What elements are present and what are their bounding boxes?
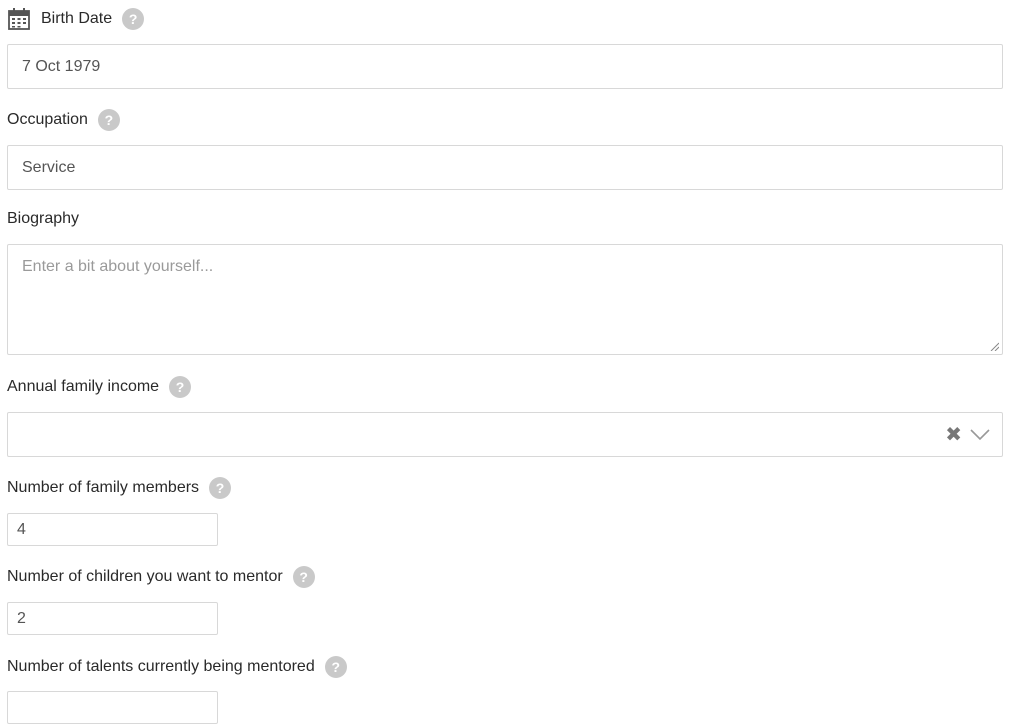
- talents-mentored-input[interactable]: [7, 691, 218, 724]
- chevron-down-icon[interactable]: [970, 428, 990, 441]
- income-label: Annual family income: [7, 378, 160, 395]
- children-mentor-label-row: Number of children you want to mentor ?: [7, 566, 315, 588]
- help-icon[interactable]: ?: [324, 656, 347, 678]
- occupation-label: Occupation: [7, 111, 88, 128]
- children-mentor-input[interactable]: 2: [7, 602, 218, 635]
- talents-mentored-label-row: Number of talents currently being mentor…: [7, 656, 347, 678]
- calendar-icon: [8, 8, 30, 30]
- birth-date-label: Birth Date: [41, 10, 113, 27]
- occupation-label-row: Occupation ?: [7, 109, 120, 131]
- income-label-row: Annual family income ?: [7, 376, 192, 398]
- biography-label-row: Biography: [7, 210, 79, 228]
- occupation-field[interactable]: Service: [7, 145, 1003, 190]
- help-icon[interactable]: ?: [292, 566, 315, 588]
- select-controls: ✖: [945, 425, 990, 445]
- family-members-label-row: Number of family members ?: [7, 477, 232, 499]
- talents-mentored-label: Number of talents currently being mentor…: [7, 658, 315, 675]
- family-members-label: Number of family members: [7, 479, 200, 496]
- help-icon[interactable]: ?: [209, 477, 232, 499]
- biography-textarea[interactable]: Enter a bit about yourself...: [7, 244, 1003, 355]
- clear-x-icon[interactable]: ✖: [945, 425, 962, 445]
- biography-label: Biography: [7, 210, 80, 227]
- biography-placeholder: Enter a bit about yourself...: [22, 258, 214, 275]
- birth-date-label-row: Birth Date ?: [7, 7, 145, 31]
- family-members-input[interactable]: 4: [7, 513, 218, 546]
- help-icon[interactable]: ?: [122, 8, 145, 30]
- children-mentor-label: Number of children you want to mentor: [7, 568, 283, 585]
- income-select[interactable]: ✖: [7, 412, 1003, 457]
- help-icon[interactable]: ?: [169, 376, 192, 398]
- birth-date-field[interactable]: 7 Oct 1979: [7, 44, 1003, 89]
- resize-handle-icon[interactable]: [989, 341, 999, 351]
- help-icon[interactable]: ?: [97, 109, 120, 131]
